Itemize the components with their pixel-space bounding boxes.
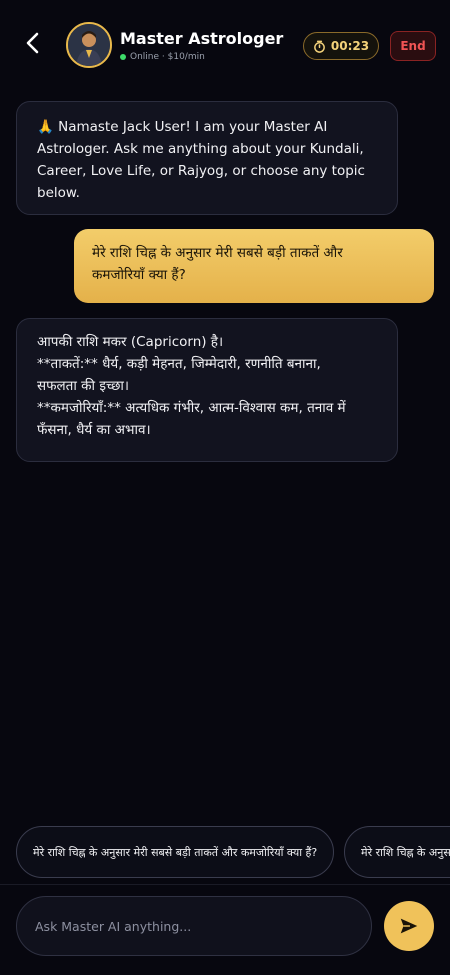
agent-status: Online · $10/min (120, 52, 205, 62)
message-line: Career, Love Life, or Rajyog, or choose … (37, 163, 365, 179)
message-input[interactable] (33, 897, 357, 956)
online-indicator (120, 54, 126, 60)
message-line: Astrologer. Ask me anything about your K… (37, 141, 364, 157)
message-line: **ताकतें:** धैर्य, कड़ी मेहनत, जिम्मेदार… (37, 356, 321, 372)
message-line: below. (37, 185, 80, 201)
agent-name: Master Astrologer (120, 29, 284, 48)
suggestion-chip[interactable]: मेरे राशि चिह्न के अनुसार (344, 826, 450, 878)
ai-message: आपकी राशि मकर (Capricorn) है। **ताकतें:*… (16, 318, 398, 462)
message-line: कमजोरियाँ क्या हैं? (92, 267, 186, 283)
back-button[interactable] (18, 28, 48, 58)
message-input-container (16, 896, 372, 956)
chat-header: Master Astrologer Online · $10/min 00:23… (0, 14, 450, 76)
timer-text: 00:23 (330, 39, 370, 53)
message-line: मेरे राशि चिह्न के अनुसार मेरी सबसे बड़ी… (92, 245, 343, 261)
ai-message: 🙏 Namaste Jack User! I am your Master AI… (16, 101, 398, 215)
suggestion-chip[interactable]: मेरे राशि चिह्न के अनुसार मेरी सबसे बड़ी… (16, 826, 334, 878)
message-line: आपकी राशि मकर (Capricorn) है। (37, 334, 224, 350)
user-message: मेरे राशि चिह्न के अनुसार मेरी सबसे बड़ी… (74, 229, 434, 303)
divider (0, 884, 450, 885)
avatar[interactable] (66, 22, 112, 68)
send-button[interactable] (384, 901, 434, 951)
message-line: फँसना, धैर्य का अभाव। (37, 422, 151, 438)
session-timer: 00:23 (303, 32, 379, 60)
chat-screen: Master Astrologer Online · $10/min 00:23… (0, 0, 450, 975)
stopwatch-icon (314, 40, 325, 53)
send-icon (400, 918, 418, 934)
message-line: **कमजोरियाँ:** अत्यधिक गंभीर, आत्म-विश्व… (37, 400, 346, 416)
astrologer-avatar-image (68, 24, 110, 66)
chevron-left-icon (26, 32, 39, 54)
status-text: Online · $10/min (130, 52, 205, 62)
message-line: सफलता की इच्छा। (37, 378, 129, 394)
end-button[interactable]: End (390, 31, 436, 61)
message-line: 🙏 Namaste Jack User! I am your Master AI (37, 119, 328, 135)
